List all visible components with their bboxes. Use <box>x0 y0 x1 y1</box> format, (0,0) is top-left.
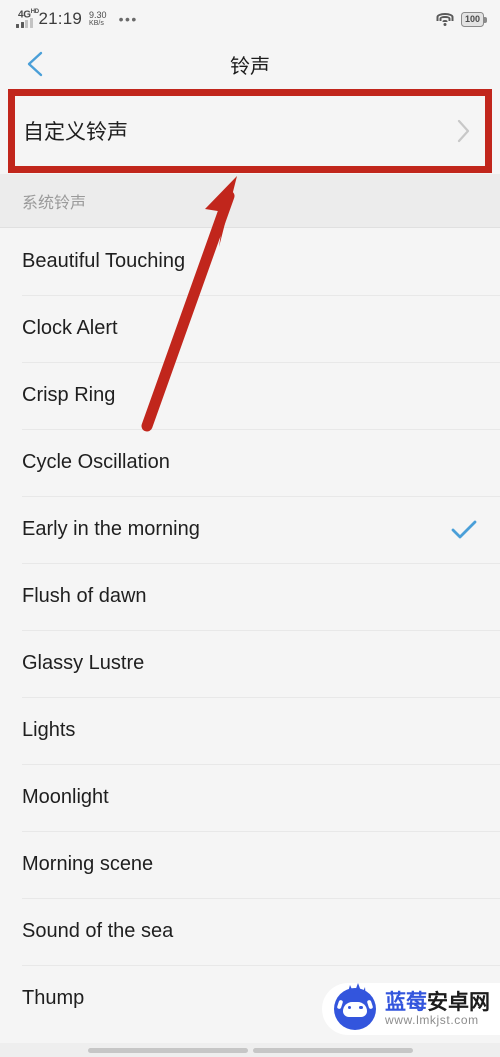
custom-ringtone-zone: 自定义铃声 <box>0 89 500 174</box>
network-speed: 9.30 KB/s <box>89 9 107 28</box>
status-bar-left: 4GHD 21:19 9.30 KB/s ••• <box>16 9 138 29</box>
custom-ringtone-row[interactable]: 自定义铃声 <box>15 96 485 166</box>
mascot-hair-icon <box>346 983 366 999</box>
ringtone-name: Beautiful Touching <box>22 250 186 272</box>
ringtone-row[interactable]: Beautiful Touching <box>0 228 500 295</box>
chevron-left-icon <box>27 51 43 77</box>
ringtone-name: Early in the morning <box>22 518 200 540</box>
ringtone-name: Glassy Lustre <box>22 652 145 674</box>
ringtone-name: Crisp Ring <box>22 384 116 406</box>
chevron-right-icon <box>457 119 470 143</box>
page-title: 铃声 <box>230 53 270 78</box>
ringtone-row[interactable]: Morning scene <box>0 831 500 898</box>
ringtone-name: Moonlight <box>22 786 109 808</box>
ringtone-name: Flush of dawn <box>22 585 147 607</box>
watermark-text: 蓝莓安卓网 www.lmkjst.com <box>385 991 490 1027</box>
mascot-ear-right <box>366 999 374 1010</box>
ringtone-name: Morning scene <box>22 853 154 875</box>
site-watermark: 蓝莓安卓网 www.lmkjst.com <box>322 983 500 1035</box>
custom-ringtone-label: 自定义铃声 <box>23 120 128 144</box>
watermark-brand: 蓝莓安卓网 <box>385 991 490 1014</box>
ringtone-row[interactable]: Early in the morning <box>0 496 500 563</box>
network-speed-unit: KB/s <box>89 20 104 28</box>
status-bar-overflow-icon: ••• <box>118 11 138 27</box>
ringtone-row[interactable]: Glassy Lustre <box>0 630 500 697</box>
back-button[interactable] <box>20 49 50 79</box>
ringtone-name: Clock Alert <box>22 317 118 339</box>
ringtone-name: Cycle Oscillation <box>22 451 170 473</box>
watermark-brand-blue: 蓝莓 <box>385 990 427 1015</box>
ringtone-row[interactable]: Sound of the sea <box>0 898 500 965</box>
page-header: 铃声 <box>0 38 500 90</box>
battery-icon: 100 <box>460 11 487 27</box>
status-bar: 4GHD 21:19 9.30 KB/s ••• 100 <box>0 0 500 38</box>
ringtone-row[interactable]: Cycle Oscillation <box>0 429 500 496</box>
watermark-brand-dark: 安卓网 <box>427 990 490 1015</box>
nav-gesture-pill-right[interactable] <box>252 1047 413 1053</box>
status-bar-right: 100 <box>436 11 487 27</box>
checkmark-icon <box>451 520 477 538</box>
ringtone-row[interactable]: Flush of dawn <box>0 563 500 630</box>
network-type-label: 4G <box>18 9 31 21</box>
watermark-url: www.lmkjst.com <box>385 1012 479 1027</box>
status-bar-clock: 21:19 <box>38 9 83 28</box>
ringtone-row[interactable]: Crisp Ring <box>0 362 500 429</box>
mascot-face <box>343 1002 367 1017</box>
wifi-icon <box>436 12 454 26</box>
android-mascot-icon <box>334 983 376 1030</box>
ringtone-row[interactable]: Clock Alert <box>0 295 500 362</box>
cellular-signal-icon: 4GHD <box>16 9 39 28</box>
ringtone-name: Thump <box>22 987 85 1009</box>
ringtone-row[interactable]: Moonlight <box>0 764 500 831</box>
ringtone-name: Lights <box>22 719 76 741</box>
network-speed-value: 9.30 <box>89 9 107 20</box>
ringtone-row[interactable]: Lights <box>0 697 500 764</box>
ringtone-name: Sound of the sea <box>22 920 174 942</box>
ringtone-list: Beautiful Touching Clock Alert Crisp Ring C… <box>0 228 500 1032</box>
system-navigation-bar[interactable] <box>0 1043 500 1057</box>
network-type-sup: HD <box>30 9 39 15</box>
section-header-system-ringtones: 系统铃声 <box>0 174 500 228</box>
battery-level-label: 100 <box>464 14 480 24</box>
section-header-label: 系统铃声 <box>22 192 87 212</box>
signal-bars-icon <box>16 18 33 28</box>
nav-gesture-pill-left[interactable] <box>87 1047 248 1053</box>
